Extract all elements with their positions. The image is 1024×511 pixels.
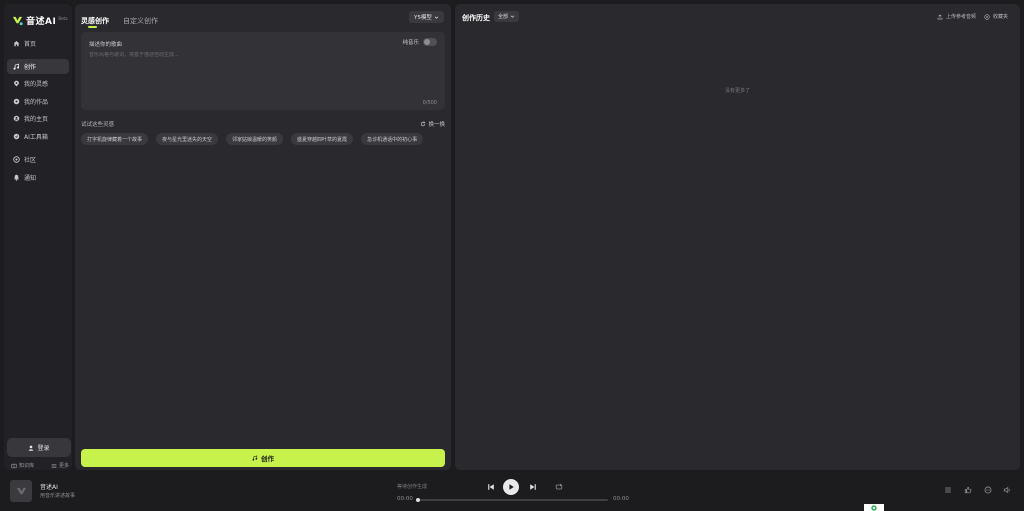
suggestion-chip[interactable]: 夜与星光里迷失的天空 [156,133,219,145]
thumbs-up-icon[interactable] [964,486,972,494]
sidebar-item-notifications[interactable]: 通知 [7,170,69,185]
player-bar: 音述AI 用音乐讲述故事 等待创作生成 00:00 00:00 [0,474,1024,511]
logo[interactable]: 音述AI Beta [12,14,68,27]
sidebar-item-create[interactable]: 创作 [7,59,69,74]
chevron-down-icon [434,16,439,19]
total-time: 00:00 [613,496,629,502]
sidebar-item-label: 我的作品 [24,99,49,106]
upload-icon [937,13,943,19]
music-create-icon [13,63,20,70]
suggestions-label: 试试这些灵感 [81,122,115,128]
sidebar-item-label: 创作 [24,64,37,71]
next-track-button[interactable] [529,483,537,491]
progress-knob[interactable] [416,498,420,502]
history-filter-select[interactable]: 全部 [494,11,520,22]
volume-icon[interactable] [1003,486,1011,494]
book-icon [11,463,17,468]
sidebar-item-works[interactable]: 我的作品 [7,94,69,109]
history-title: 创作历史 [462,14,490,22]
current-time: 00:00 [397,496,413,502]
works-icon [13,98,20,105]
instrumental-toggle-group: 纯音乐 [402,38,437,46]
bell-icon [13,174,20,181]
favorites-icon [984,13,990,20]
toolbox-icon [13,133,20,140]
sidebar-item-label: 首页 [24,41,37,48]
sidebar-item-community[interactable]: 社区 [7,152,69,167]
repeat-icon [555,483,563,490]
beta-badge: Beta [58,16,68,21]
sidebar-item-toolbox[interactable]: AI工具箱 [7,129,69,144]
sidebar-item-label: 我的主页 [24,116,49,123]
char-count: 0/500 [422,100,437,106]
app-name: 音述AI [26,17,57,27]
prompt-box: 描述你的歌曲 纯音乐 0/500 [81,32,445,110]
suggestion-chips: 打字机旋律藏着一个故事 夜与星光里迷失的天空 邻家姑娘温暖的笑颜 盛夏穿越四叶草… [81,133,431,145]
suggestion-chip[interactable]: 打字机旋律藏着一个故事 [81,133,149,145]
home-icon [13,41,20,47]
track-title: 音述AI [40,484,58,491]
prompt-label: 描述你的歌曲 [89,42,123,48]
chevron-down-icon [510,15,515,18]
profile-icon [13,115,20,122]
more-link[interactable]: 更多 [51,462,69,469]
music-note-icon [252,455,258,461]
instrumental-toggle[interactable] [423,38,437,46]
login-label: 登录 [37,445,50,452]
upload-reference-audio-button[interactable]: 上传参考音频 [937,13,976,20]
refresh-suggestions-button[interactable]: 换一换 [420,120,445,128]
sidebar-item-inspiration[interactable]: 我的灵感 [7,76,69,91]
knowledge-base-link[interactable]: 知识库 [11,462,34,469]
community-icon [13,156,20,163]
empty-history-text: 没有更多了 [724,88,750,94]
loop-button[interactable] [555,483,563,491]
favorites-button[interactable]: 收藏夹 [984,13,1008,20]
model-select[interactable]: Y5模型 [409,11,444,23]
sidebar: 音述AI Beta 首页 创作 我的灵感 我的作品 我的主页 AI工具箱 社区 … [4,4,72,470]
inspiration-icon [14,80,19,87]
menu-icon [51,463,57,468]
player-status: 等待创作生成 [397,484,428,490]
tab-inspiration-create[interactable]: 灵感创作 [81,16,109,26]
sidebar-item-home[interactable]: 首页 [7,36,69,51]
progress-bar[interactable] [416,498,608,502]
create-panel: 灵感创作 自定义创作 Y5模型 描述你的歌曲 纯音乐 0/500 试试这些灵感 … [75,4,451,470]
play-button[interactable] [503,479,519,495]
track-cover[interactable] [10,480,32,502]
playlist-icon[interactable] [944,486,952,494]
login-button[interactable]: 登录 [7,438,71,457]
previous-track-button[interactable] [487,483,495,491]
sidebar-item-profile[interactable]: 我的主页 [7,111,69,126]
sidebar-item-label: AI工具箱 [24,134,48,141]
suggestion-chip[interactable]: 急诊机通话中的初心事 [361,133,424,145]
active-tab-indicator [88,26,97,28]
play-icon [509,484,514,490]
history-panel: 创作历史 全部 上传参考音频 收藏夹 没有更多了 [455,4,1020,470]
sidebar-item-label: 社区 [24,157,37,164]
sidebar-item-label: 我的灵感 [24,81,49,88]
refresh-icon [421,121,426,127]
skip-previous-icon [488,484,494,490]
instrumental-label: 纯音乐 [402,40,419,46]
user-icon [29,445,34,451]
comment-icon[interactable] [984,486,992,494]
wechat-icon [871,504,877,511]
tab-custom-create[interactable]: 自定义创作 [123,16,158,26]
logo-icon [16,487,26,494]
logo-icon [12,16,23,26]
skip-next-icon [530,484,536,490]
sidebar-item-label: 通知 [24,175,37,182]
sidebar-footer-links: 知识库 更多 [11,462,69,469]
create-button[interactable]: 创作 [81,449,445,467]
suggestion-chip[interactable]: 邻家姑娘温暖的笑颜 [226,133,284,145]
suggestion-chip[interactable]: 盛夏穿越四叶草的夏霞 [291,133,354,145]
wechat-badge[interactable] [864,504,884,511]
prompt-input[interactable] [89,52,429,58]
track-subtitle: 用音乐讲述故事 [40,493,76,499]
